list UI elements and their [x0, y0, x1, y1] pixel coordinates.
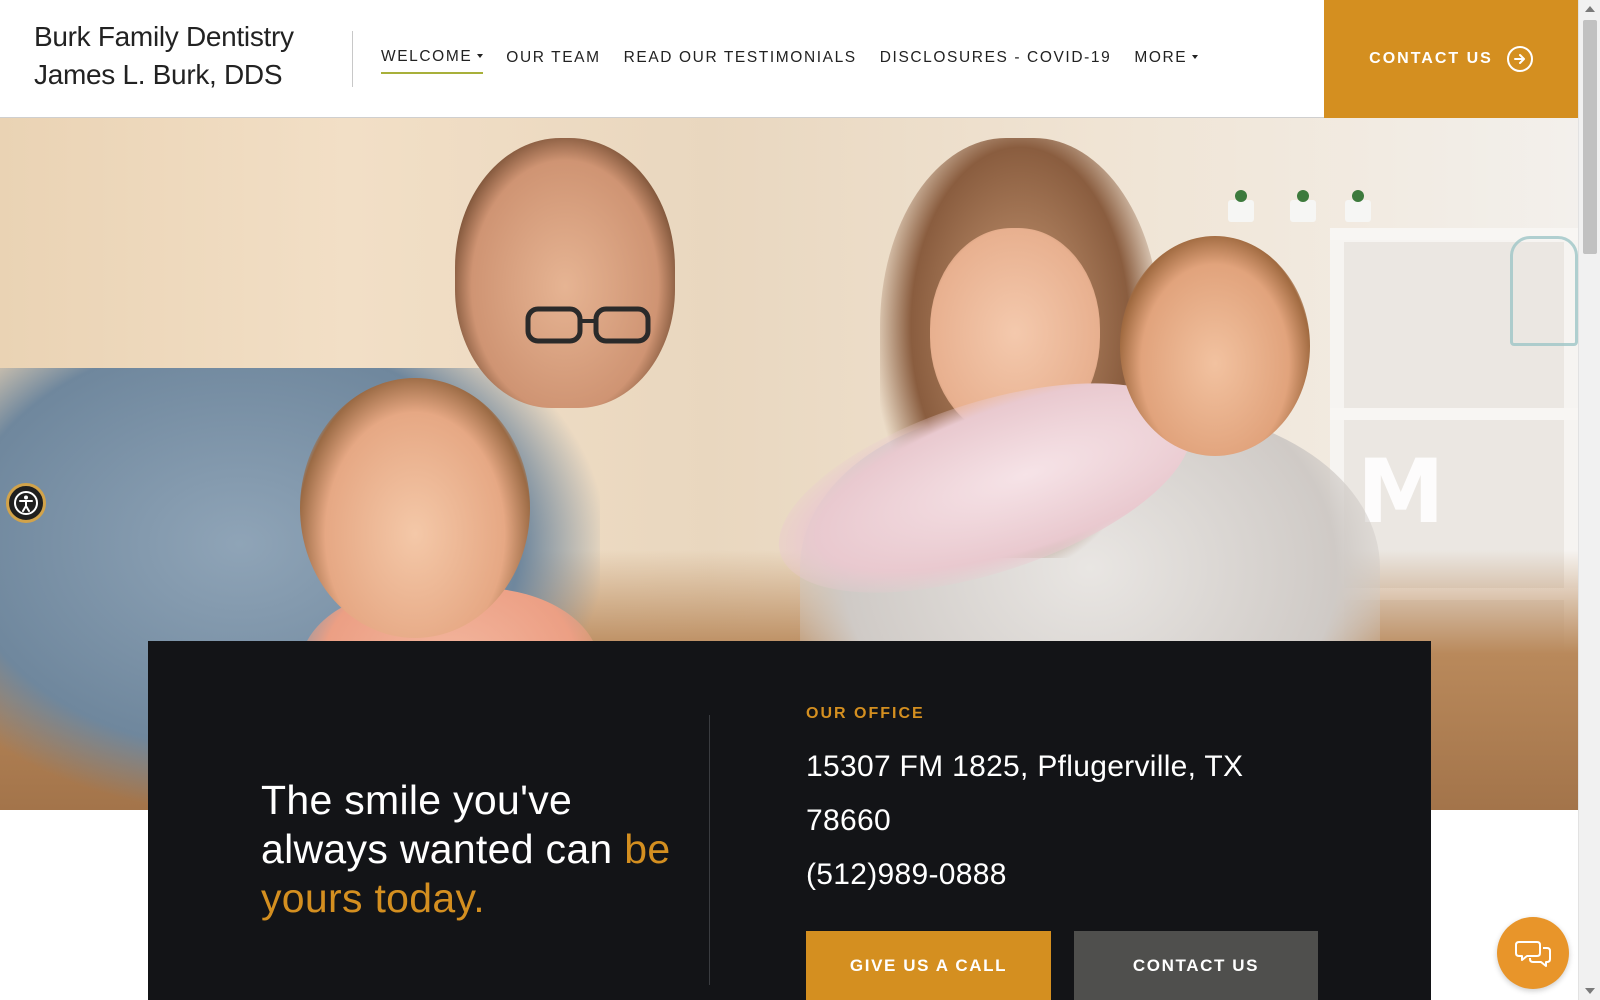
main-nav: WELCOME OUR TEAM READ OUR TESTIMONIALS D… — [381, 48, 1221, 74]
caret-down-icon — [1192, 55, 1199, 59]
birdcage-decor — [1510, 236, 1578, 346]
plant-decor — [1228, 190, 1254, 222]
give-us-a-call-button[interactable]: GIVE US A CALL — [806, 931, 1051, 1000]
site-header: Burk Family Dentistry James L. Burk, DDS… — [0, 0, 1578, 118]
nav-item-welcome[interactable]: WELCOME — [381, 48, 484, 74]
nav-item-label: OUR TEAM — [506, 49, 601, 66]
nav-item-label: READ OUR TESTIMONIALS — [623, 49, 857, 66]
nav-item-label: WELCOME — [381, 48, 473, 65]
nav-item-testimonials[interactable]: READ OUR TESTIMONIALS — [624, 48, 857, 74]
nav-item-label: DISCLOSURES - COVID-19 — [879, 49, 1112, 66]
call-button-label: GIVE US A CALL — [849, 955, 1008, 975]
header-contact-label: CONTACT US — [1369, 50, 1493, 67]
tagline-main: The smile you've always wanted can — [261, 777, 625, 872]
chat-icon — [1515, 941, 1551, 967]
office-label: OUR OFFICE — [806, 705, 925, 722]
brand-divider — [352, 31, 353, 87]
plant-decor — [1290, 190, 1316, 222]
arrow-right-icon — [1506, 46, 1533, 72]
site-brand[interactable]: Burk Family Dentistry James L. Burk, DDS — [34, 18, 294, 94]
caret-down-icon — [477, 54, 484, 58]
father-head — [455, 138, 675, 408]
office-address: 15307 FM 1825, Pflugerville, TX 78660 — [806, 750, 1244, 837]
header-contact-button[interactable]: CONTACT US — [1324, 0, 1578, 118]
second-daughter-head — [1120, 236, 1310, 456]
brand-doctor: James L. Burk, DDS — [34, 59, 283, 90]
nav-item-label: MORE — [1134, 49, 1188, 66]
nav-item-disclosures[interactable]: DISCLOSURES - COVID-19 — [880, 48, 1112, 74]
page-scrollbar[interactable] — [1578, 0, 1600, 1000]
nav-item-more[interactable]: MORE — [1134, 48, 1199, 74]
accessibility-icon[interactable] — [6, 483, 46, 523]
scroll-thumb[interactable] — [1583, 20, 1597, 254]
glasses-detail — [525, 306, 651, 344]
contact-us-button[interactable]: CONTACT US — [1074, 931, 1318, 1000]
chat-button[interactable] — [1497, 917, 1569, 989]
panel-divider — [709, 715, 710, 985]
hero-tagline: The smile you've always wanted can be yo… — [261, 776, 701, 923]
nav-item-our-team[interactable]: OUR TEAM — [506, 48, 600, 74]
contact-button-label: CONTACT US — [1132, 955, 1260, 975]
scroll-up-icon[interactable] — [1585, 6, 1595, 12]
office-phone[interactable]: (512)989-0888 — [806, 848, 1007, 902]
scroll-down-icon[interactable] — [1585, 988, 1595, 994]
brand-name: Burk Family Dentistry — [34, 21, 294, 52]
plant-decor — [1345, 190, 1371, 222]
daughter-head — [300, 378, 530, 638]
